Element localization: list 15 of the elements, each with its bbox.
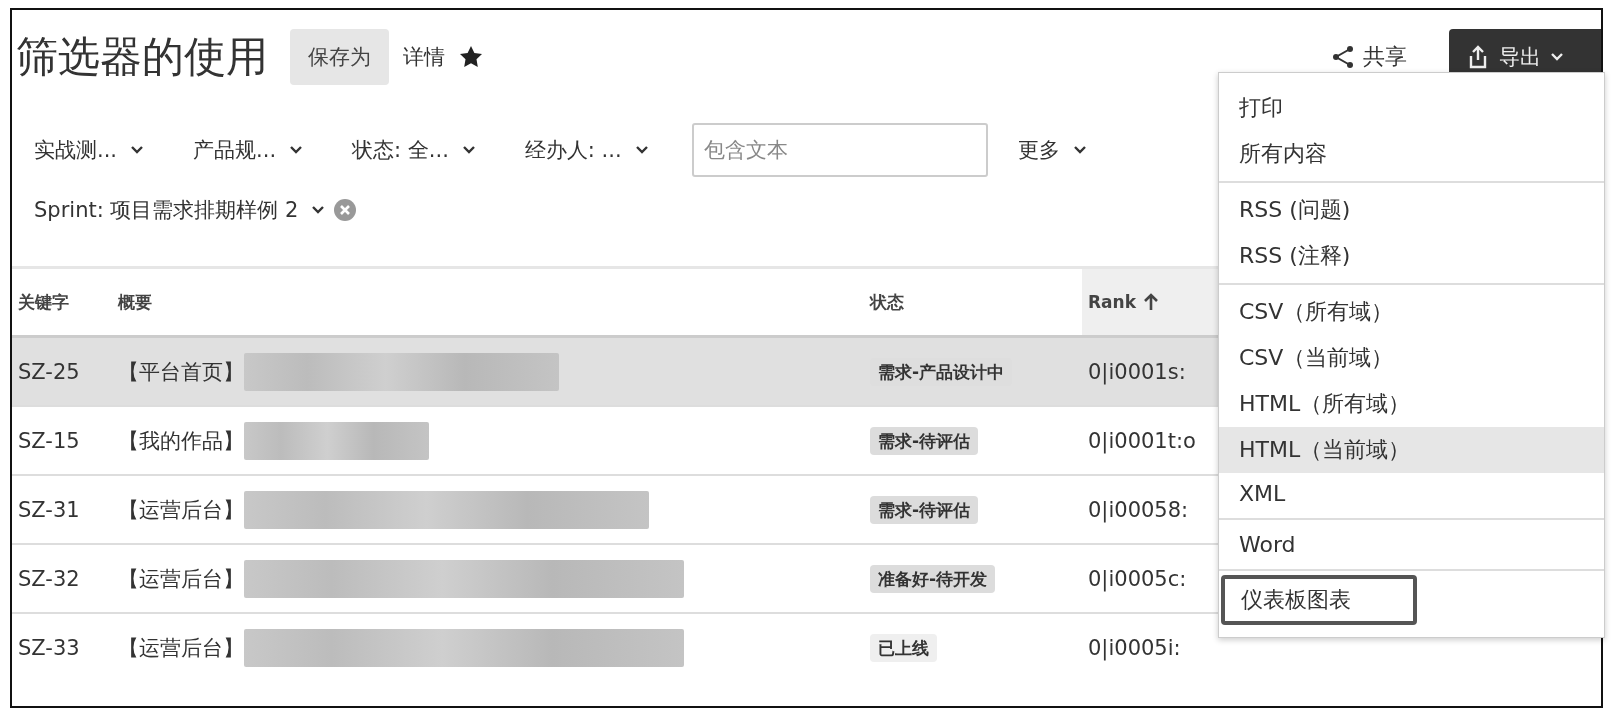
issue-summary: 【平台首页】 — [118, 358, 244, 386]
rank-value: 0|i00058: — [1088, 497, 1189, 522]
page-title: 筛选器的使用 — [16, 31, 268, 83]
rank-value: 0|i0001t:o — [1088, 428, 1196, 453]
status-tag: 需求-待评估 — [870, 427, 979, 455]
issue-summary: 【运营后台】 — [118, 565, 244, 593]
rank-value: 0|i0001s: — [1088, 359, 1186, 384]
status-tag: 需求-待评估 — [870, 496, 979, 524]
issue-summary: 【运营后台】 — [118, 634, 244, 662]
issue-summary: 【运营后台】 — [118, 496, 244, 524]
status-tag: 准备好-待开发 — [870, 565, 996, 593]
status-tag: 已上线 — [870, 634, 937, 662]
rank-value: 0|i0005i: — [1088, 635, 1181, 660]
rank-value: 0|i0005c: — [1088, 566, 1187, 591]
issue-summary: 【我的作品】 — [118, 427, 244, 455]
